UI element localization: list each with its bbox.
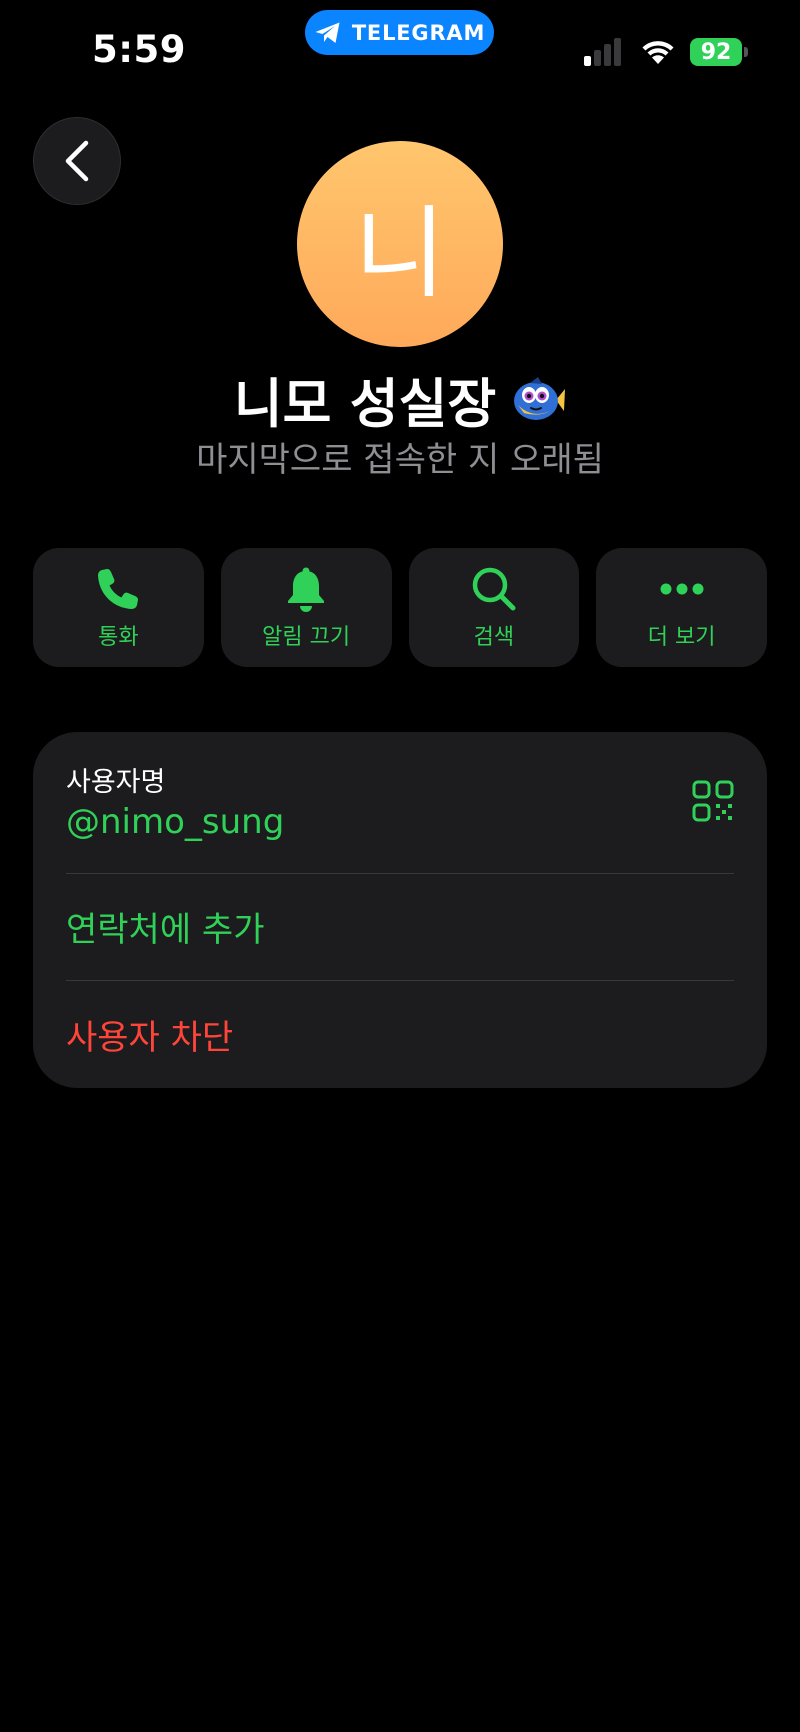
mute-button[interactable]: 알림 끄기 xyxy=(220,548,392,667)
battery-icon: 92 xyxy=(690,38,742,66)
telegram-pill-label: TELEGRAM xyxy=(351,20,486,45)
qr-code-icon[interactable] xyxy=(692,780,734,822)
profile-name: 니모 성실장 xyxy=(0,362,800,438)
battery-cap xyxy=(744,47,748,57)
add-contact-row[interactable]: 연락처에 추가 xyxy=(66,873,734,980)
block-user-label: 사용자 차단 xyxy=(66,1017,234,1058)
avatar-initial: 니 xyxy=(354,194,446,312)
call-button[interactable]: 통화 xyxy=(33,548,204,667)
more-label: 더 보기 xyxy=(647,624,716,650)
block-user-row[interactable]: 사용자 차단 xyxy=(66,980,734,1088)
more-icon xyxy=(658,565,706,613)
avatar[interactable]: 니 xyxy=(297,141,503,347)
telegram-pill[interactable]: TELEGRAM xyxy=(305,10,494,55)
bell-icon xyxy=(282,565,330,613)
profile-name-text: 니모 성실장 xyxy=(233,374,497,435)
more-button[interactable]: 더 보기 xyxy=(596,548,767,667)
chevron-left-icon xyxy=(65,140,89,182)
search-button[interactable]: 검색 xyxy=(408,548,580,667)
cellular-signal-icon xyxy=(584,38,621,66)
username-value[interactable]: @nimo_sung xyxy=(66,802,284,842)
call-label: 통화 xyxy=(98,624,139,650)
telegram-icon xyxy=(315,22,340,43)
phone-icon xyxy=(94,565,142,613)
username-caption: 사용자명 xyxy=(66,767,166,798)
status-time: 5:59 xyxy=(92,28,187,71)
username-row[interactable]: 사용자명 @nimo_sung xyxy=(66,732,734,873)
add-contact-label: 연락처에 추가 xyxy=(66,910,265,950)
mute-label: 알림 끄기 xyxy=(262,624,351,650)
action-bar: 통화 알림 끄기 검색 더 보기 xyxy=(33,548,767,667)
last-seen-status: 마지막으로 접속한 지 오래됨 xyxy=(196,440,604,480)
info-card: 사용자명 @nimo_sung 연락처에 추가 사용자 차단 xyxy=(33,732,767,1088)
search-icon xyxy=(470,565,518,613)
wifi-icon xyxy=(642,41,674,64)
back-button[interactable] xyxy=(33,117,121,205)
search-label: 검색 xyxy=(473,624,515,650)
battery-level: 92 xyxy=(700,39,732,65)
fish-emoji-icon xyxy=(514,377,566,420)
